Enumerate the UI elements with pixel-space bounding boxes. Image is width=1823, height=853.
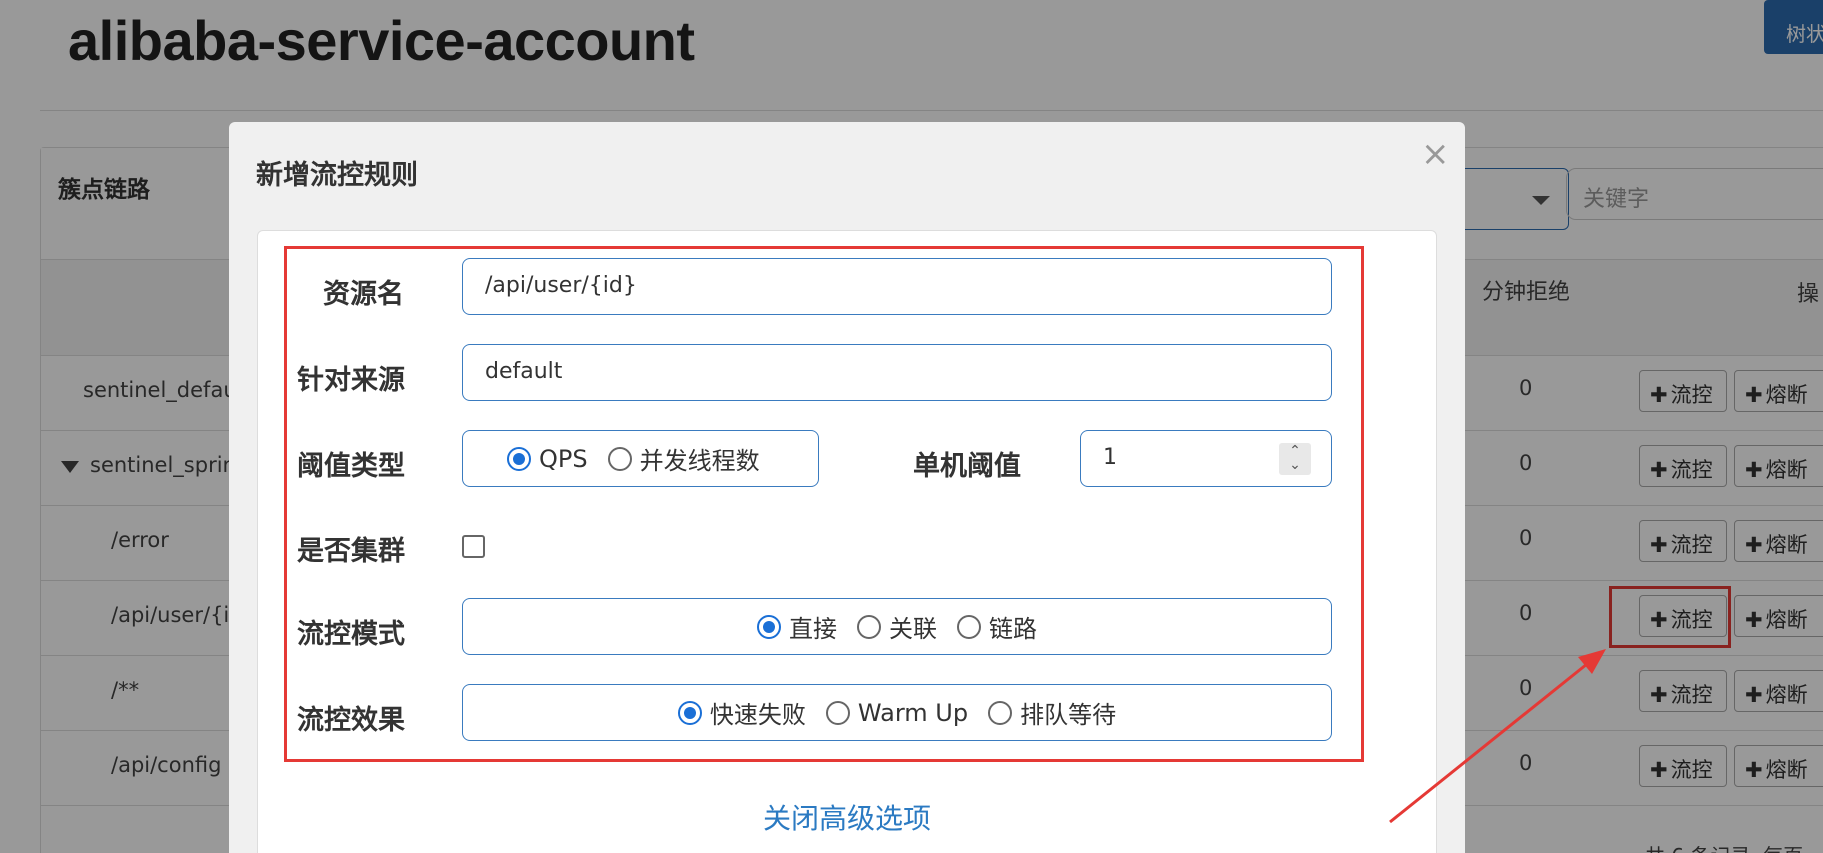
radio-queue-label: 排队等待: [1020, 701, 1117, 729]
radio-unchecked-icon: [988, 700, 1013, 725]
cluster-checkbox[interactable]: [462, 535, 485, 558]
threshold-value: 1: [1103, 445, 1117, 470]
radio-unchecked-icon: [957, 614, 981, 639]
radio-checked-icon: [507, 446, 531, 471]
threshold-label: 单机阈值: [913, 451, 1021, 482]
radio-fast-fail[interactable]: 快速失败: [677, 695, 806, 730]
flow-mode-radio-group: 直接 关联 链路: [462, 598, 1332, 655]
radio-relate[interactable]: 关联: [857, 609, 937, 644]
origin-label: 针对来源: [297, 365, 405, 396]
radio-direct[interactable]: 直接: [757, 609, 837, 644]
flow-effect-radio-group: 快速失败 Warm Up 排队等待: [462, 684, 1332, 741]
cluster-label: 是否集群: [297, 536, 405, 567]
radio-chain-label: 链路: [989, 615, 1037, 643]
threshold-type-label: 阈值类型: [297, 451, 405, 482]
radio-chain[interactable]: 链路: [957, 609, 1037, 644]
modal-title: 新增流控规则: [256, 160, 418, 191]
toggle-advanced-options-link[interactable]: 关闭高级选项: [763, 797, 931, 837]
radio-thread-count-label: 并发线程数: [639, 447, 760, 475]
flow-effect-label: 流控效果: [297, 705, 405, 736]
radio-unchecked-icon: [857, 614, 881, 639]
add-flow-rule-modal: 新增流控规则 × 资源名 /api/user/{id} 针对来源 default…: [229, 122, 1465, 853]
radio-qps-label: QPS: [539, 444, 588, 473]
flow-mode-label: 流控模式: [297, 619, 405, 650]
resource-name-label: 资源名: [323, 279, 404, 310]
radio-relate-label: 关联: [889, 615, 937, 643]
radio-qps[interactable]: QPS: [507, 445, 588, 473]
threshold-number-input[interactable]: 1 ⌃ ⌄: [1080, 430, 1332, 487]
radio-warm-up-label: Warm Up: [857, 698, 969, 727]
radio-queue[interactable]: 排队等待: [988, 695, 1116, 730]
radio-unchecked-icon: [607, 446, 632, 471]
radio-direct-label: 直接: [789, 615, 837, 643]
threshold-type-radio-group: QPS 并发线程数: [462, 430, 819, 487]
radio-thread-count[interactable]: 并发线程数: [607, 441, 760, 476]
radio-fast-fail-label: 快速失败: [709, 701, 806, 729]
origin-input[interactable]: default: [462, 344, 1332, 401]
radio-checked-icon: [677, 700, 702, 725]
close-icon[interactable]: ×: [1421, 134, 1450, 174]
resource-name-input[interactable]: /api/user/{id}: [462, 258, 1332, 315]
stepper-icon[interactable]: ⌃ ⌄: [1279, 443, 1311, 475]
radio-unchecked-icon: [825, 700, 850, 725]
radio-checked-icon: [757, 614, 781, 639]
radio-warm-up[interactable]: Warm Up: [825, 698, 969, 727]
